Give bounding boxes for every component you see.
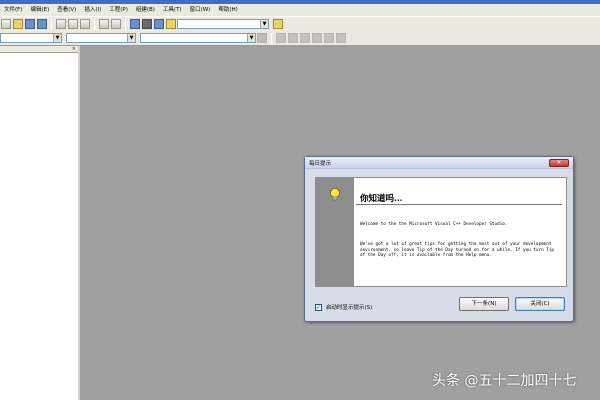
build-icon[interactable] [288,33,298,43]
divider [356,204,562,205]
chevron-down-icon[interactable]: ▼ [260,20,268,28]
find-in-files-icon[interactable] [166,19,176,29]
menu-project[interactable]: 工程(P) [105,4,132,16]
show-tips-label: 启动时显示提示(S) [326,305,373,311]
members-combo[interactable]: ▼ [140,33,256,43]
dialog-title: 每日提示 [305,157,573,169]
watermark: 头条 @五十二加四十七 [432,373,577,389]
open-icon[interactable] [13,19,23,29]
menu-build[interactable]: 组建(B) [132,4,159,16]
wizard-action-icon[interactable] [257,33,267,43]
paste-icon[interactable] [80,19,90,29]
tip-of-the-day-dialog: 每日提示 × 你知道吗… Welcome to the the Microsof… [304,156,574,322]
wizard-bar: ▼ ▼ ▼ [0,31,600,46]
menu-insert[interactable]: 插入(I) [80,4,105,16]
save-all-icon[interactable] [37,19,47,29]
dialog-body: 你知道吗… Welcome to the the Microsoft Visua… [315,177,567,287]
find-icon[interactable] [273,19,283,29]
cut-icon[interactable] [56,19,66,29]
pane-close-icon[interactable]: × [72,46,76,53]
menu-tools[interactable]: 工具(T) [159,4,186,16]
breakpoint-icon[interactable] [336,33,346,43]
menu-edit[interactable]: 编辑(E) [26,4,53,16]
search-combo[interactable]: ▼ [177,19,269,29]
redo-icon[interactable] [111,19,121,29]
tip-text: Welcome to the the Microsoft Visual C++ … [360,211,560,274]
close-icon[interactable]: × [549,159,569,167]
dialog-sidebar [316,178,354,286]
tip-paragraph-1: Welcome to the the Microsoft Visual C++ … [360,221,508,227]
stop-build-icon[interactable] [300,33,310,43]
undo-icon[interactable] [99,19,109,29]
copy-icon[interactable] [68,19,78,29]
output-icon[interactable] [142,19,152,29]
tip-paragraph-2: We've got a lot of great tips for gettin… [360,242,557,259]
toolbar-separator [125,18,126,30]
tip-content: 你知道吗… Welcome to the the Microsoft Visua… [354,178,566,286]
chevron-down-icon[interactable]: ▼ [247,34,255,42]
toolbar-separator [271,32,272,44]
tip-heading: 你知道吗… [360,194,403,204]
go-icon[interactable] [324,33,334,43]
menu-window[interactable]: 窗口(W) [186,4,215,16]
class-combo[interactable]: ▼ [0,33,62,43]
next-tip-button[interactable]: 下一条(N) [459,297,509,311]
toolbar-separator [51,18,52,30]
execute-icon[interactable] [312,33,322,43]
menu-view[interactable]: 查看(V) [53,4,80,16]
standard-toolbar: ▼ [0,16,600,31]
menu-help[interactable]: 帮助(H) [214,4,241,16]
workspace-pane: × [0,46,80,400]
compile-icon[interactable] [276,33,286,43]
window-list-icon[interactable] [154,19,164,29]
new-icon[interactable] [1,19,11,29]
close-button[interactable]: 关闭(C) [515,297,565,311]
filter-combo[interactable]: ▼ [66,33,136,43]
save-icon[interactable] [25,19,35,29]
chevron-down-icon[interactable]: ▼ [127,34,135,42]
toolbar-separator [94,18,95,30]
show-tips-checkbox[interactable]: ✓ [315,303,322,311]
workspace-pane-header: × [0,46,78,53]
menu-bar: 文件(F) 编辑(E) 查看(V) 插入(I) 工程(P) 组建(B) 工具(T… [0,4,600,16]
lightbulb-icon [329,188,341,201]
workspace-icon[interactable] [130,19,140,29]
chevron-down-icon[interactable]: ▼ [53,34,61,42]
show-tips-checkbox-row[interactable]: ✓ 启动时显示提示(S) [315,303,372,311]
menu-file[interactable]: 文件(F) [0,4,26,16]
